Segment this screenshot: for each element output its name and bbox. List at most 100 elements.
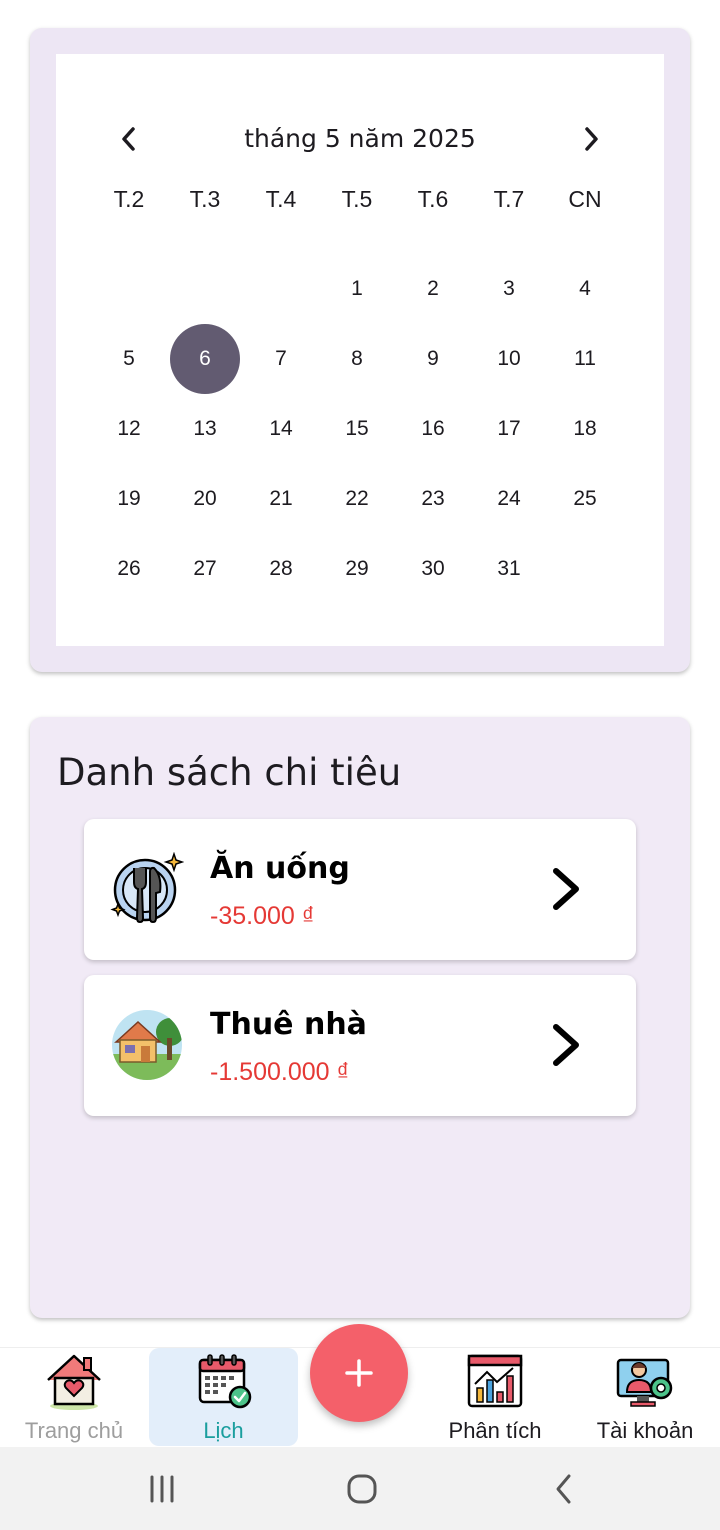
calendar-day-label: 2 bbox=[427, 277, 439, 300]
expense-item-dining[interactable]: Ăn uống -35.000 ₫ bbox=[84, 819, 636, 960]
expense-list-title: Danh sách chi tiêu bbox=[57, 751, 402, 794]
calendar-day[interactable]: 30 bbox=[395, 534, 471, 604]
calendar-day-label: 4 bbox=[579, 277, 591, 300]
weekday-label: T.2 bbox=[113, 185, 145, 212]
calendar-day-label: 7 bbox=[275, 347, 287, 370]
calendar-header: tháng 5 năm 2025 bbox=[56, 114, 664, 164]
recents-button[interactable] bbox=[132, 1467, 192, 1511]
weekday-label: T.6 bbox=[417, 185, 449, 212]
calendar-day-label: 20 bbox=[193, 487, 217, 510]
calendar-day[interactable]: 28 bbox=[243, 534, 319, 604]
calendar-day-selected[interactable]: 6 bbox=[167, 324, 243, 394]
calendar-day-label: 1 bbox=[351, 277, 363, 300]
next-month-button[interactable] bbox=[566, 114, 616, 164]
nav-label-analytics: Phân tích bbox=[448, 1418, 542, 1443]
calendar-day[interactable]: 27 bbox=[167, 534, 243, 604]
system-nav-bar bbox=[0, 1447, 720, 1530]
calendar-day-label: 25 bbox=[573, 487, 597, 510]
expense-amount: -35.000 ₫ bbox=[210, 902, 315, 930]
system-back-button[interactable] bbox=[534, 1467, 594, 1511]
calendar-day[interactable]: 22 bbox=[319, 464, 395, 534]
chevron-right-icon bbox=[553, 1024, 579, 1066]
weekday-label: T.4 bbox=[265, 185, 297, 212]
calendar-day-label: 12 bbox=[117, 417, 141, 440]
chevron-left-icon bbox=[122, 127, 135, 151]
calendar-day-label: 15 bbox=[345, 417, 369, 440]
home-circle-icon bbox=[347, 1474, 377, 1504]
account-settings-icon bbox=[616, 1358, 673, 1407]
plus-icon bbox=[345, 1359, 373, 1387]
expense-item-rent[interactable]: Thuê nhà -1.500.000 ₫ bbox=[84, 975, 636, 1116]
calendar-day-label: 8 bbox=[351, 347, 363, 370]
nav-item-calendar[interactable]: Lịch bbox=[149, 1348, 298, 1446]
calendar-day-label: 18 bbox=[573, 417, 597, 440]
calendar-day-label: 21 bbox=[269, 487, 293, 510]
calendar-day[interactable]: 3 bbox=[471, 254, 547, 324]
calendar-day[interactable]: 17 bbox=[471, 394, 547, 464]
calendar-day[interactable]: 15 bbox=[319, 394, 395, 464]
calendar-day-label: 26 bbox=[117, 557, 141, 580]
calendar-day-label: 11 bbox=[574, 347, 596, 370]
calendar-panel: tháng 5 năm 2025 T.2 T.3 T.4 T.5 T.6 T.7 CN 12… bbox=[56, 54, 664, 646]
recents-icon bbox=[150, 1475, 174, 1503]
analytics-chart-icon bbox=[467, 1354, 523, 1408]
calendar-day[interactable]: 10 bbox=[471, 324, 547, 394]
back-chevron-icon bbox=[556, 1474, 571, 1504]
expense-amount: -1.500.000 ₫ bbox=[210, 1058, 350, 1086]
dining-plate-icon bbox=[110, 852, 184, 924]
calendar-day-label: 9 bbox=[427, 347, 439, 370]
weekday-label: CN bbox=[568, 185, 602, 212]
calendar-day[interactable]: 23 bbox=[395, 464, 471, 534]
add-expense-button[interactable] bbox=[310, 1324, 408, 1422]
calendar-day-label: 30 bbox=[421, 557, 445, 580]
calendar-day[interactable]: 19 bbox=[91, 464, 167, 534]
nav-item-account[interactable]: Tài khoản bbox=[570, 1348, 720, 1448]
calendar-day[interactable]: 25 bbox=[547, 464, 623, 534]
calendar-day[interactable]: 9 bbox=[395, 324, 471, 394]
calendar-day[interactable]: 14 bbox=[243, 394, 319, 464]
calendar-day[interactable]: 11 bbox=[547, 324, 623, 394]
calendar-day[interactable]: 1 bbox=[319, 254, 395, 324]
calendar-day[interactable]: 21 bbox=[243, 464, 319, 534]
calendar-check-icon bbox=[198, 1354, 251, 1409]
chevron-right-icon bbox=[585, 127, 598, 151]
calendar-day[interactable]: 26 bbox=[91, 534, 167, 604]
calendar-day-label: 17 bbox=[497, 417, 521, 440]
calendar-day[interactable]: 24 bbox=[471, 464, 547, 534]
calendar-day[interactable]: 12 bbox=[91, 394, 167, 464]
calendar-day-label: 31 bbox=[497, 557, 521, 580]
home-heart-icon bbox=[47, 1354, 101, 1410]
nav-label-calendar: Lịch bbox=[203, 1418, 244, 1443]
calendar-day[interactable]: 7 bbox=[243, 324, 319, 394]
calendar-day-label: 5 bbox=[123, 347, 135, 370]
calendar-day-label: 22 bbox=[345, 487, 369, 510]
calendar-day-label: 16 bbox=[421, 417, 445, 440]
weekday-label: T.7 bbox=[493, 185, 525, 212]
house-icon bbox=[112, 1010, 182, 1080]
calendar-day[interactable]: 18 bbox=[547, 394, 623, 464]
nav-label-account: Tài khoản bbox=[596, 1418, 694, 1443]
nav-label-home: Trang chủ bbox=[24, 1418, 124, 1443]
calendar-day[interactable]: 5 bbox=[91, 324, 167, 394]
calendar-day-label: 19 bbox=[117, 487, 141, 510]
calendar-day-label: 10 bbox=[497, 347, 521, 370]
calendar-day[interactable]: 2 bbox=[395, 254, 471, 324]
calendar-day[interactable]: 16 bbox=[395, 394, 471, 464]
nav-item-analytics[interactable]: Phân tích bbox=[420, 1348, 570, 1448]
calendar-day[interactable]: 20 bbox=[167, 464, 243, 534]
nav-item-home[interactable]: Trang chủ bbox=[0, 1348, 148, 1448]
calendar-card: tháng 5 năm 2025 T.2 T.3 T.4 T.5 T.6 T.7 CN 12… bbox=[30, 28, 690, 672]
calendar-day[interactable]: 29 bbox=[319, 534, 395, 604]
calendar-day[interactable]: 8 bbox=[319, 324, 395, 394]
calendar-day[interactable]: 13 bbox=[167, 394, 243, 464]
calendar-day-label: 3 bbox=[503, 277, 515, 300]
calendar-day[interactable]: 4 bbox=[547, 254, 623, 324]
calendar-day-label: 28 bbox=[269, 557, 293, 580]
calendar-day[interactable]: 31 bbox=[471, 534, 547, 604]
prev-month-button[interactable] bbox=[104, 114, 154, 164]
system-home-button[interactable] bbox=[332, 1467, 392, 1511]
weekday-label: T.3 bbox=[189, 185, 221, 212]
calendar-day-label: 14 bbox=[269, 417, 293, 440]
expense-name: Ăn uống bbox=[210, 851, 350, 886]
calendar-day-label: 6 bbox=[170, 324, 240, 394]
